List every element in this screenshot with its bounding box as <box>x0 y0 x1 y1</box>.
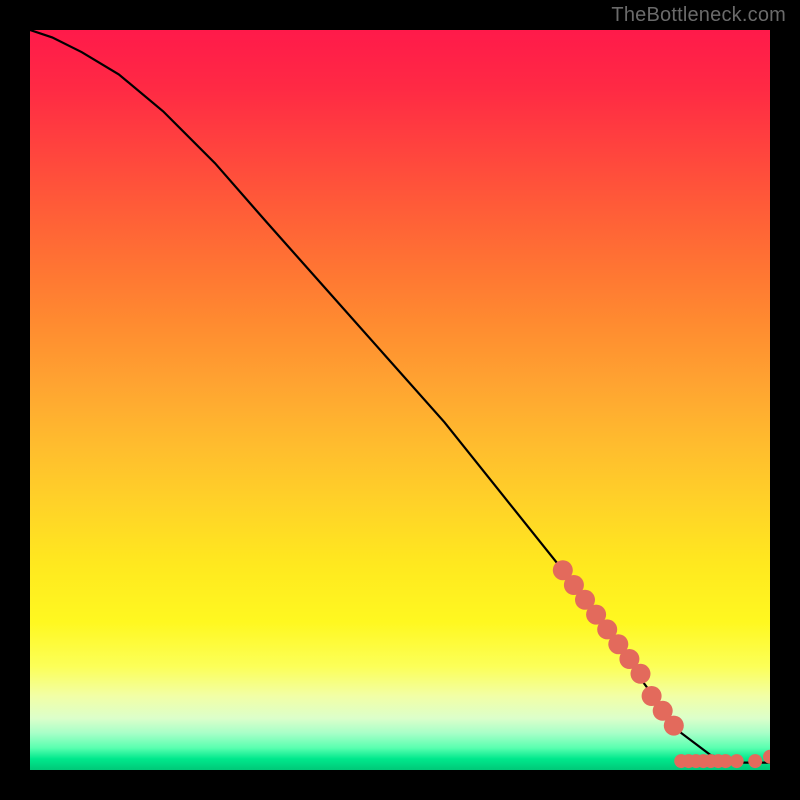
chart-svg <box>30 30 770 770</box>
chart-plot-area <box>30 30 770 770</box>
chart-marker <box>748 754 762 768</box>
watermark-text: TheBottleneck.com <box>611 4 786 27</box>
chart-curve <box>30 30 770 763</box>
chart-marker <box>664 716 684 736</box>
chart-marker <box>730 754 744 768</box>
chart-marker <box>631 664 651 684</box>
chart-markers <box>553 560 770 768</box>
